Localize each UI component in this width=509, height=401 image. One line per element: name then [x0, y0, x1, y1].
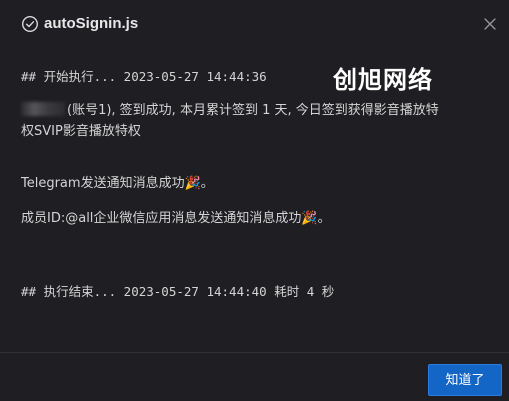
footer-divider	[0, 352, 509, 353]
log-start-line: ## 开始执行... 2023-05-27 14:44:36	[21, 69, 267, 84]
log-signin-line-2: 权SVIP影音播放特权	[21, 124, 141, 139]
check-circle-icon	[21, 15, 39, 33]
log-signin-text-1: (账号1), 签到成功, 本月累计签到 1 天, 今日签到获得影音播放特	[67, 103, 439, 118]
log-telegram-line: Telegram发送通知消息成功🎉。	[21, 176, 214, 191]
script-result-dialog: autoSignin.js 创旭网络 ## 开始执行... 2023-05-27…	[0, 0, 509, 401]
dialog-header: autoSignin.js	[0, 0, 509, 50]
log-end-line: ## 执行结束... 2023-05-27 14:44:40 耗时 4 秒	[21, 284, 335, 299]
ok-button[interactable]: 知道了	[428, 364, 502, 396]
log-output: ## 开始执行... 2023-05-27 14:44:36 (账号1), 签到…	[21, 66, 491, 302]
log-signin-line: (账号1), 签到成功, 本月累计签到 1 天, 今日签到获得影音播放特	[21, 100, 491, 121]
log-wecom-line: 成员ID:@all企业微信应用消息发送通知消息成功🎉。	[21, 211, 331, 226]
close-icon[interactable]	[482, 16, 498, 32]
redacted-account	[21, 102, 65, 116]
dialog-title: autoSignin.js	[44, 15, 139, 32]
